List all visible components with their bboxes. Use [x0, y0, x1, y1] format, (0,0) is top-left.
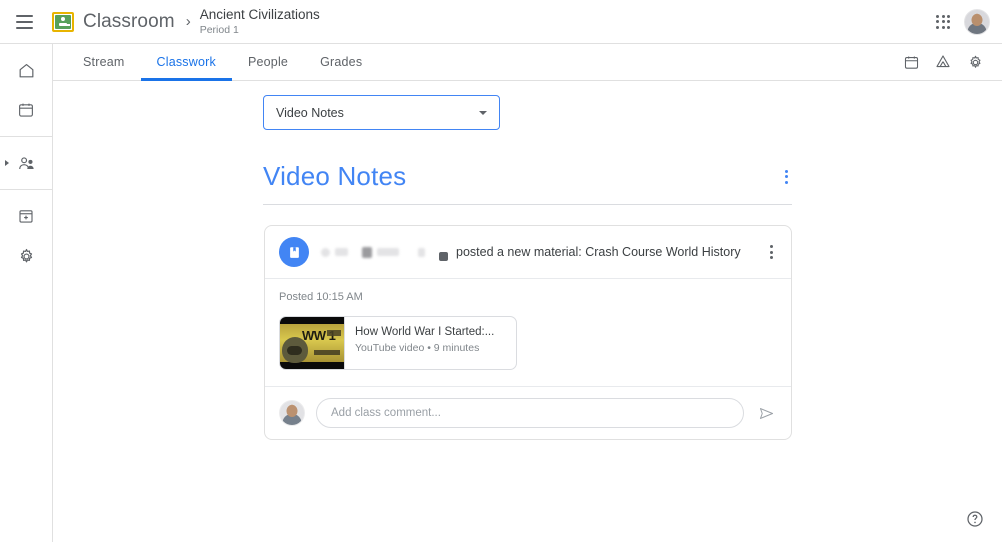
- class-tab-bar: Stream Classwork People Grades: [53, 44, 1002, 81]
- sidebar-item-archived-classes[interactable]: [0, 196, 52, 236]
- avatar: [279, 400, 305, 426]
- topic-more-options-icon[interactable]: [781, 166, 792, 188]
- rail-group-enrolled: [0, 137, 52, 189]
- class-section: Period 1: [199, 23, 239, 36]
- calendar-icon: [904, 55, 918, 69]
- book-glyph: [289, 246, 299, 258]
- post-header: posted a new material: Crash Course Worl…: [265, 226, 791, 278]
- tab-grades[interactable]: Grades: [304, 44, 378, 81]
- attachment-title: How World War I Started:...: [355, 326, 495, 338]
- settings-gear-icon: [20, 248, 32, 262]
- attachment-text: How World War I Started:... YouTube vide…: [345, 317, 504, 369]
- archived-classes-icon: [19, 210, 33, 223]
- post-author-line: posted a new material: Crash Course Worl…: [321, 244, 766, 261]
- top-bar: Classroom › Ancient Civilizations Period…: [0, 0, 1002, 44]
- comment-row: [265, 386, 791, 439]
- rail-group-secondary: [0, 190, 52, 282]
- topic-filter-dropdown[interactable]: Video Notes: [263, 95, 500, 130]
- post-more-options-icon[interactable]: [766, 241, 777, 263]
- rail-group-primary: [0, 44, 52, 136]
- add-class-comment-input[interactable]: [316, 398, 744, 428]
- account-avatar[interactable]: [964, 8, 990, 35]
- chevron-down-icon: [479, 110, 487, 115]
- attachment-card[interactable]: WW 1 How World War I Started:... YouTube…: [279, 316, 517, 370]
- send-comment-button[interactable]: [755, 402, 777, 424]
- page-title: Video Notes: [263, 161, 407, 191]
- help-circle-icon: [967, 511, 983, 527]
- google-apps-grid-icon[interactable]: [928, 7, 958, 37]
- topic-filter-value: Video Notes: [276, 105, 344, 120]
- google-drive-icon: [936, 55, 950, 68]
- topic-header: Video Notes: [263, 161, 792, 205]
- hamburger-menu-icon[interactable]: [4, 2, 44, 42]
- brand-name[interactable]: Classroom: [83, 11, 175, 33]
- post-action-text: posted a new material: Crash Course Worl…: [456, 245, 741, 259]
- top-bar-right: [928, 7, 1002, 37]
- attachment-meta: YouTube video • 9 minutes: [355, 342, 480, 354]
- class-settings-button[interactable]: [964, 51, 986, 73]
- calendar-icon: [19, 103, 33, 117]
- video-thumbnail: WW 1: [280, 317, 345, 369]
- post-card: posted a new material: Crash Course Worl…: [264, 225, 792, 440]
- sidebar-item-enrolled[interactable]: [0, 143, 52, 183]
- breadcrumb-separator: ›: [185, 13, 191, 30]
- class-calendar-button[interactable]: [900, 51, 922, 73]
- help-button[interactable]: [962, 506, 988, 532]
- tab-stream[interactable]: Stream: [67, 44, 141, 81]
- sidebar-item-settings[interactable]: [0, 236, 52, 276]
- classwork-content: Video Notes Video Notes posted a new mat…: [53, 81, 1002, 542]
- tab-people[interactable]: People: [232, 44, 304, 81]
- sidebar-item-home[interactable]: [0, 50, 52, 90]
- redacted-author-name: [321, 244, 448, 261]
- sidebar-item-calendar[interactable]: [0, 90, 52, 130]
- class-drive-folder-button[interactable]: [932, 51, 954, 73]
- expand-caret-icon[interactable]: [5, 160, 9, 166]
- enrolled-people-icon: [18, 156, 34, 169]
- post-timestamp: Posted 10:15 AM: [279, 291, 363, 303]
- classroom-logo-icon: [52, 11, 74, 32]
- class-name: Ancient Civilizations: [199, 7, 320, 23]
- tab-classwork[interactable]: Classwork: [140, 44, 233, 81]
- settings-gear-icon: [970, 55, 980, 68]
- material-book-icon: [279, 237, 309, 267]
- tab-bar-tools: [900, 51, 1002, 73]
- left-rail: [0, 44, 53, 542]
- breadcrumb: Ancient Civilizations Period 1: [200, 7, 320, 36]
- home-icon: [19, 63, 33, 77]
- send-icon: [759, 407, 773, 419]
